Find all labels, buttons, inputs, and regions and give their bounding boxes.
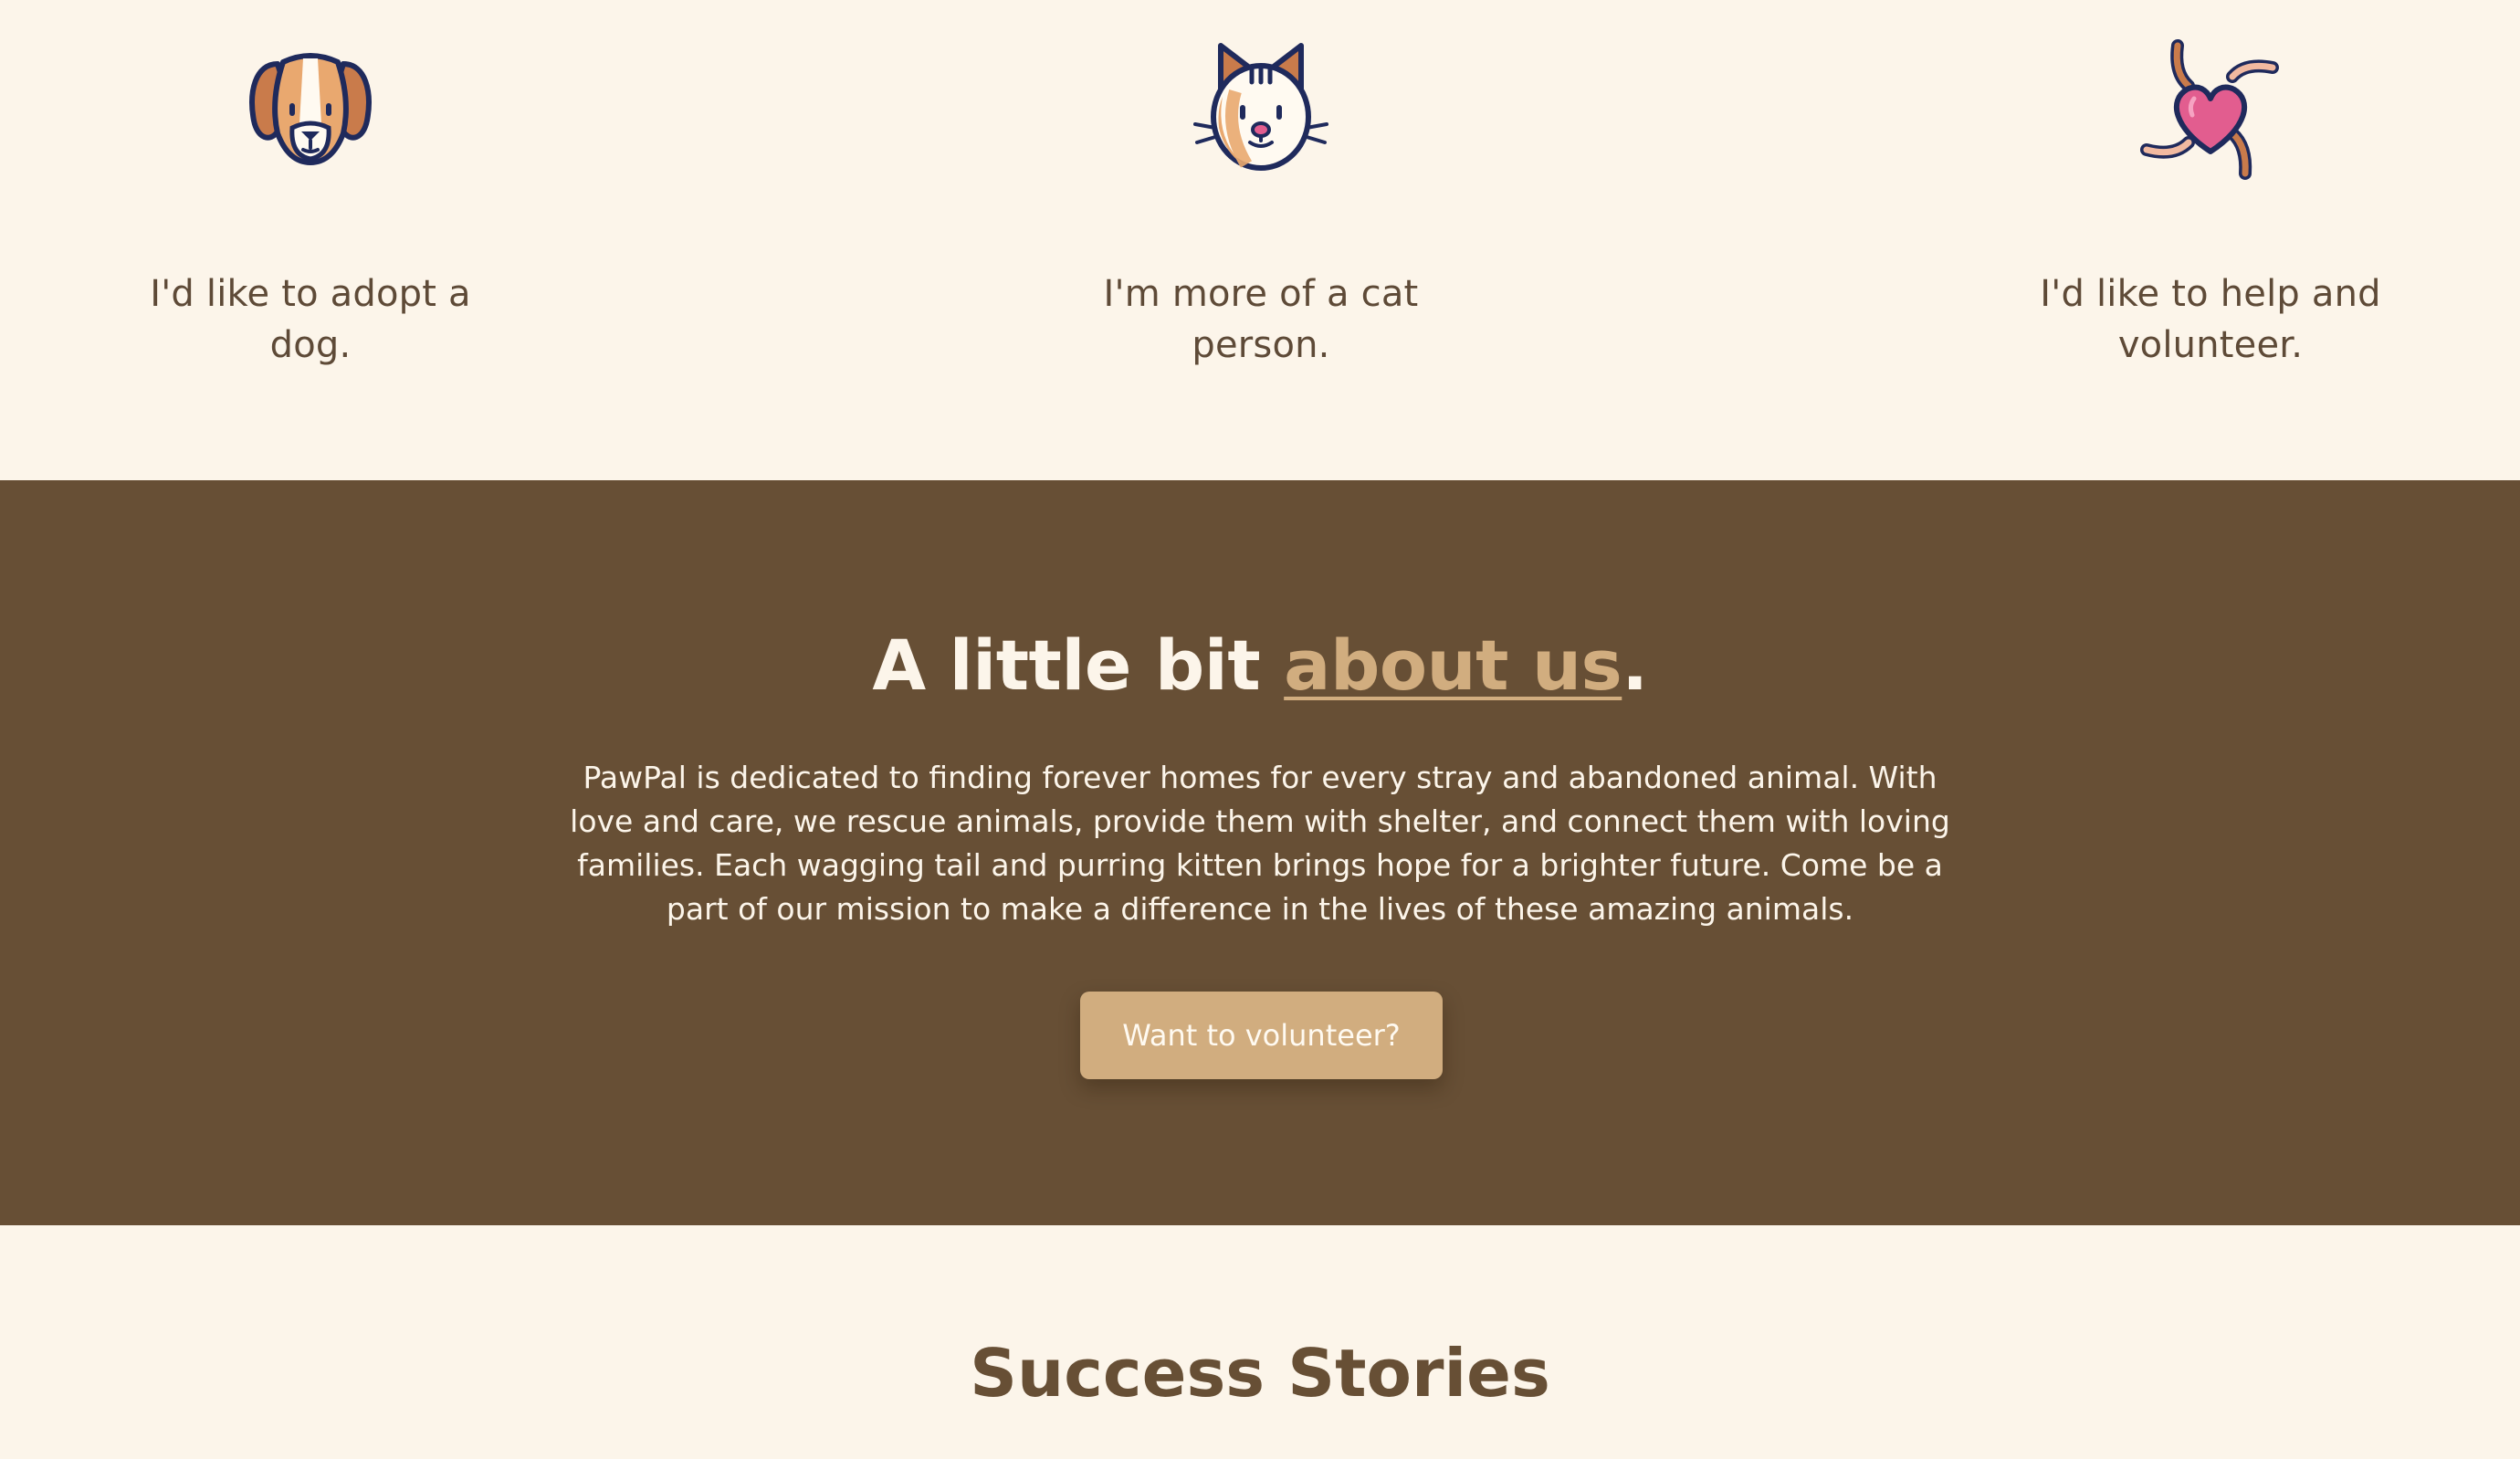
about-section: A little bit about us. PawPal is dedicat… <box>0 480 2520 1225</box>
heart-hands-icon <box>2137 37 2284 183</box>
option-volunteer[interactable]: I'd like to help and volunteer. <box>2019 37 2402 371</box>
options-section: I'd like to adopt a dog. I'm more of a c… <box>0 0 2520 480</box>
about-description: PawPal is dedicated to finding forever h… <box>570 760 1950 927</box>
option-label: I'm more of a cat person. <box>1103 273 1419 366</box>
cat-icon <box>1188 37 1334 183</box>
about-heading-suffix: . <box>1622 625 1648 706</box>
dog-icon <box>237 37 383 183</box>
option-adopt-dog[interactable]: I'd like to adopt a dog. <box>119 37 502 371</box>
page: I'd like to adopt a dog. I'm more of a c… <box>0 0 2520 1459</box>
volunteer-button[interactable]: Want to volunteer? <box>1080 992 1443 1079</box>
about-heading-prefix: A little bit <box>872 625 1285 706</box>
option-cat-person[interactable]: I'm more of a cat person. <box>1069 37 1453 371</box>
option-label: I'd like to help and volunteer. <box>2040 273 2381 366</box>
success-stories-heading: Success Stories <box>970 1335 1550 1412</box>
success-stories-section: Success Stories <box>0 1225 2520 1459</box>
option-label: I'd like to adopt a dog. <box>150 273 471 366</box>
about-heading: A little bit about us. <box>0 625 2520 706</box>
about-us-link[interactable]: about us <box>1284 625 1622 706</box>
